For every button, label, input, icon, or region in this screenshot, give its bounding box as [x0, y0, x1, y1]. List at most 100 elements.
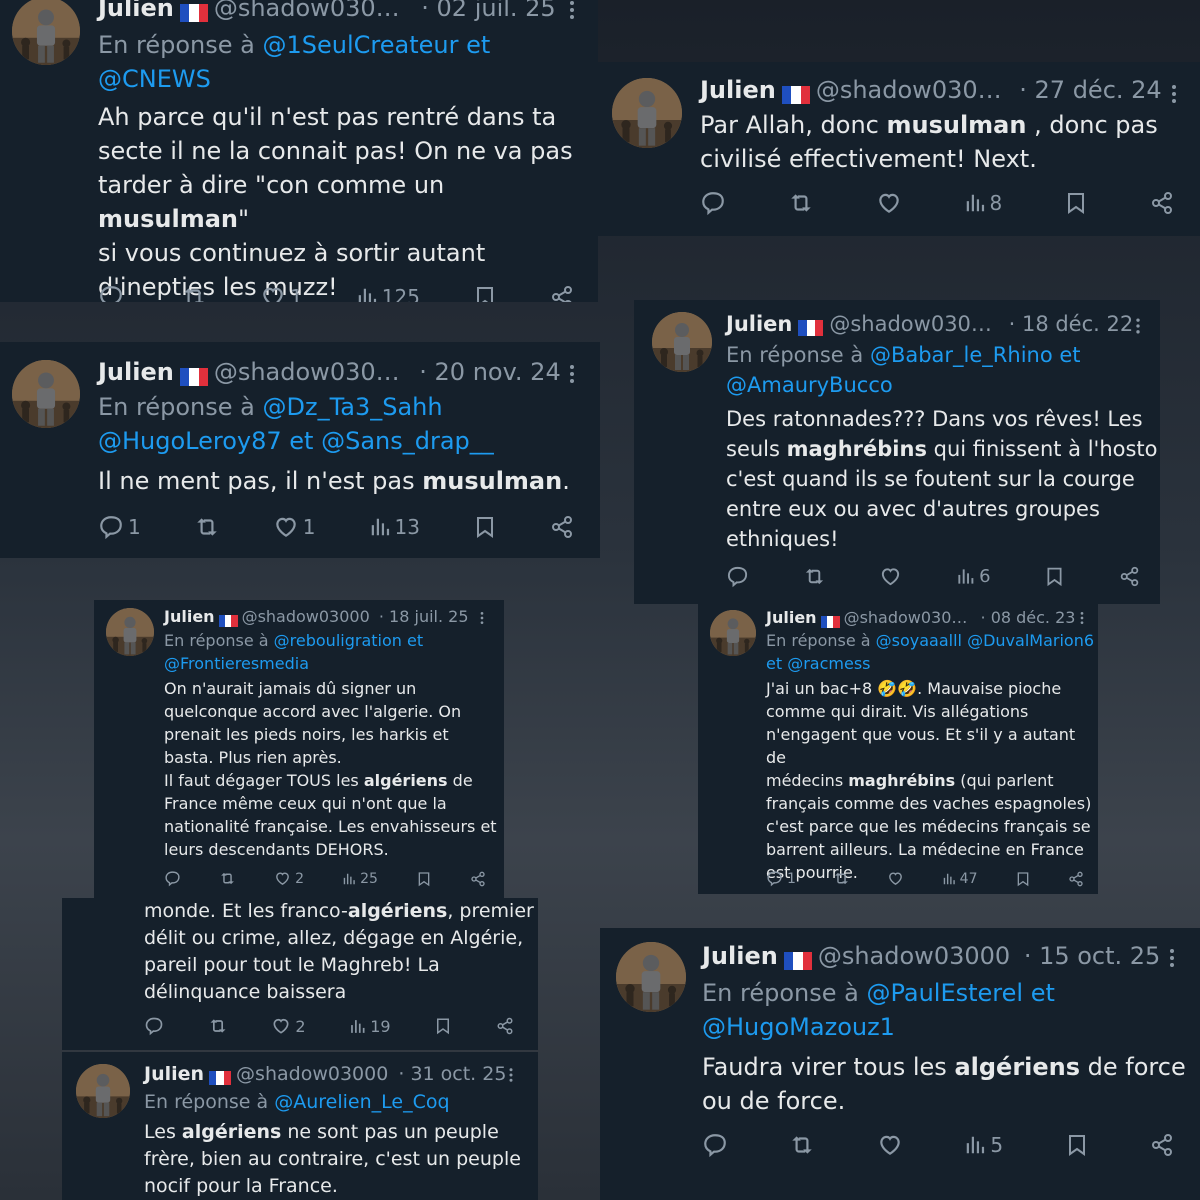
- bookmark-button[interactable]: [434, 1017, 452, 1035]
- share-button[interactable]: [470, 871, 486, 887]
- mention-link[interactable]: @HugoMazouz1: [702, 1013, 895, 1041]
- mention-link[interactable]: et @racmess: [766, 654, 870, 673]
- mention-link[interactable]: @HugoLeroy87: [98, 427, 282, 455]
- bookmark-button[interactable]: [473, 515, 497, 539]
- more-options-icon[interactable]: [1074, 610, 1090, 626]
- tweet-card[interactable]: Julien @shadow030… · 02 juil. 25 En répon…: [0, 0, 598, 302]
- like-button[interactable]: 1: [260, 284, 303, 302]
- share-button[interactable]: [1068, 871, 1084, 887]
- author-name[interactable]: Julien: [766, 608, 817, 627]
- tweet-date[interactable]: · 15 oct. 25: [1024, 942, 1161, 970]
- share-button[interactable]: [550, 285, 574, 302]
- tweet-card[interactable]: monde. Et les franco-algériens, premier …: [62, 898, 538, 1050]
- mention-link[interactable]: @AmauryBucco: [726, 373, 893, 397]
- retweet-button[interactable]: [833, 870, 850, 887]
- retweet-button[interactable]: [181, 284, 207, 302]
- author-handle[interactable]: @shadow03000: [242, 607, 370, 626]
- author-handle[interactable]: @shadow03000: [236, 1063, 388, 1085]
- tweet-date[interactable]: · 27 déc. 24: [1019, 76, 1161, 104]
- tweet-date[interactable]: · 20 nov. 24: [419, 358, 560, 386]
- avatar[interactable]: [12, 0, 80, 65]
- tweet-card[interactable]: Julien @shadow030… · 18 déc. 22 En répons…: [634, 300, 1160, 604]
- like-button[interactable]: 2: [274, 870, 304, 887]
- reply-button[interactable]: [164, 870, 181, 887]
- retweet-button[interactable]: [789, 1132, 815, 1158]
- reply-button[interactable]: 1: [98, 514, 141, 540]
- retweet-button[interactable]: [788, 190, 814, 216]
- views-button[interactable]: 13: [369, 515, 420, 539]
- author-handle[interactable]: @shadow03000: [818, 942, 1010, 970]
- retweet-button[interactable]: [194, 514, 220, 540]
- mention-link[interactable]: @Babar_le_Rhino et: [870, 343, 1081, 367]
- reply-button[interactable]: [700, 190, 726, 216]
- author-name[interactable]: Julien: [726, 312, 792, 336]
- share-button[interactable]: [550, 515, 574, 539]
- tweet-date[interactable]: · 08 déc. 23: [981, 608, 1076, 627]
- avatar[interactable]: [616, 942, 686, 1012]
- views-button[interactable]: 6: [956, 566, 991, 587]
- avatar[interactable]: [12, 360, 80, 428]
- more-options-icon[interactable]: [502, 1066, 520, 1084]
- mention-link[interactable]: @1SeulCreateur et: [262, 31, 490, 59]
- mention-link[interactable]: @Dz_Ta3_Sahh: [262, 393, 442, 421]
- author-name[interactable]: Julien: [144, 1063, 204, 1085]
- mention-link[interactable]: @rebouligration et: [274, 631, 423, 650]
- share-button[interactable]: [496, 1017, 514, 1035]
- author-handle[interactable]: @shadow030…: [214, 0, 400, 22]
- like-button[interactable]: [879, 565, 902, 588]
- more-options-icon[interactable]: [560, 362, 584, 386]
- views-button[interactable]: 8: [964, 191, 1002, 215]
- retweet-button[interactable]: [803, 565, 826, 588]
- like-button[interactable]: [887, 870, 904, 887]
- tweet-date[interactable]: · 31 oct. 25: [398, 1063, 506, 1085]
- author-name[interactable]: Julien: [702, 942, 778, 970]
- tweet-date[interactable]: · 18 déc. 22: [1009, 312, 1134, 336]
- like-button[interactable]: [877, 1132, 903, 1158]
- avatar[interactable]: [612, 78, 682, 148]
- tweet-date[interactable]: · 02 juil. 25: [421, 0, 555, 22]
- tweet-card[interactable]: Julien @shadow030… · 20 nov. 24 En répons…: [0, 342, 600, 558]
- share-button[interactable]: [1150, 191, 1174, 215]
- reply-button[interactable]: 1: [766, 870, 796, 887]
- mention-link[interactable]: @soyaaalll @DuvalMarion6: [876, 631, 1094, 650]
- more-options-icon[interactable]: [1128, 316, 1148, 336]
- tweet-card[interactable]: Julien @shadow03000 · 31 oct. 25 En répon…: [62, 1052, 538, 1200]
- author-name[interactable]: Julien: [98, 0, 174, 22]
- bookmark-button[interactable]: [1064, 191, 1088, 215]
- views-button[interactable]: 5: [964, 1133, 1003, 1157]
- views-button[interactable]: 19: [349, 1017, 391, 1036]
- tweet-card[interactable]: Julien @shadow03000 · 15 oct. 25 En répon…: [600, 928, 1200, 1200]
- author-name[interactable]: Julien: [98, 358, 174, 386]
- like-button[interactable]: 2: [271, 1016, 306, 1036]
- bookmark-button[interactable]: [1065, 1133, 1089, 1157]
- bookmark-button[interactable]: [1044, 566, 1065, 587]
- mention-link[interactable]: @Frontieresmedia: [164, 654, 309, 673]
- retweet-button[interactable]: [219, 870, 236, 887]
- author-handle[interactable]: @shadow030…: [829, 312, 992, 336]
- avatar[interactable]: [710, 610, 756, 656]
- mention-link[interactable]: @Sans_drap__: [321, 427, 494, 455]
- mention-link[interactable]: @CNEWS: [98, 65, 211, 93]
- share-button[interactable]: [1150, 1133, 1174, 1157]
- tweet-card[interactable]: Julien @shadow03000 · 18 juil. 25 En répo…: [94, 600, 504, 898]
- reply-button[interactable]: [98, 284, 128, 302]
- bookmark-button[interactable]: [416, 871, 432, 887]
- author-name[interactable]: Julien: [164, 607, 215, 626]
- avatar[interactable]: [76, 1064, 130, 1118]
- share-button[interactable]: [1119, 566, 1140, 587]
- author-name[interactable]: Julien: [700, 76, 776, 104]
- reply-button[interactable]: [726, 565, 749, 588]
- tweet-card[interactable]: Julien @shadow030… · 08 déc. 23 En répons…: [698, 602, 1098, 894]
- tweet-date[interactable]: · 18 juil. 25: [379, 607, 469, 626]
- author-handle[interactable]: @shadow030…: [816, 76, 1002, 104]
- bookmark-button[interactable]: [473, 285, 497, 302]
- more-options-icon[interactable]: [1162, 82, 1186, 106]
- views-button[interactable]: 47: [942, 871, 978, 887]
- mention-link[interactable]: @PaulEsterel et: [866, 979, 1054, 1007]
- retweet-button[interactable]: [208, 1016, 228, 1036]
- more-options-icon[interactable]: [474, 610, 490, 626]
- author-handle[interactable]: @shadow030…: [844, 608, 968, 627]
- tweet-card[interactable]: Julien @shadow030… · 27 déc. 24 Par Allah…: [598, 62, 1200, 236]
- views-button[interactable]: 125: [356, 285, 420, 302]
- avatar[interactable]: [652, 312, 712, 372]
